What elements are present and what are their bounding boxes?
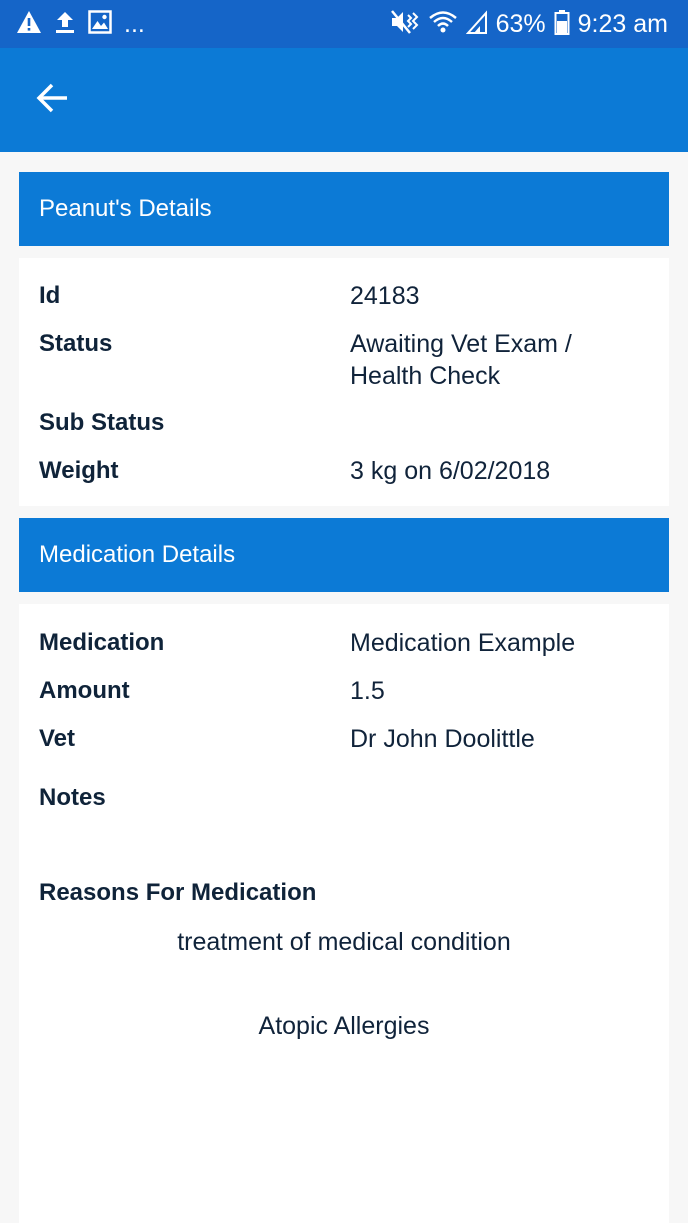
signal-icon	[465, 9, 488, 39]
medication-details-header: Medication Details	[19, 518, 669, 592]
medication-value: Medication Example	[350, 629, 576, 657]
status-value: Awaiting Vet Exam / Health Check	[350, 330, 572, 390]
pet-details-card: Id 24183 Status Awaiting Vet Exam / Heal…	[19, 258, 669, 506]
wifi-icon	[428, 9, 458, 40]
weight-label: Weight	[39, 457, 119, 484]
battery-icon	[554, 9, 570, 40]
notes-label: Notes	[39, 784, 106, 811]
arrow-back-icon	[35, 83, 69, 118]
id-value: 24183	[350, 282, 420, 310]
pet-details-header: Peanut's Details	[19, 172, 669, 246]
reasons-label: Reasons For Medication	[39, 879, 317, 906]
upload-icon	[54, 10, 76, 39]
vet-value: Dr John Doolittle	[350, 725, 535, 753]
notification-overflow: ...	[124, 9, 145, 38]
app-bar	[0, 48, 688, 152]
reason-item: treatment of medical condition	[177, 928, 511, 956]
medication-label: Medication	[39, 629, 165, 656]
status-bar-right: 63% 9:23 am	[382, 9, 668, 40]
status-label: Status	[39, 330, 113, 357]
reason-item: Atopic Allergies	[258, 1012, 430, 1040]
mute-vibrate-icon	[390, 9, 420, 40]
medication-details-card: Medication Medication Example Amount 1.5…	[19, 604, 669, 1223]
status-bar: ... 63% 9:23 am	[0, 0, 688, 48]
image-icon	[88, 9, 112, 39]
id-label: Id	[39, 282, 61, 309]
weight-value: 3 kg on 6/02/2018	[350, 457, 551, 485]
battery-percent: 63%	[495, 9, 546, 38]
back-button[interactable]	[28, 76, 76, 124]
status-bar-left: ...	[16, 9, 157, 39]
sub-status-label: Sub Status	[39, 409, 165, 436]
amount-value: 1.5	[350, 677, 385, 705]
clock: 9:23 am	[577, 9, 668, 38]
amount-label: Amount	[39, 677, 130, 704]
vet-label: Vet	[39, 725, 76, 752]
warning-icon	[16, 10, 42, 39]
